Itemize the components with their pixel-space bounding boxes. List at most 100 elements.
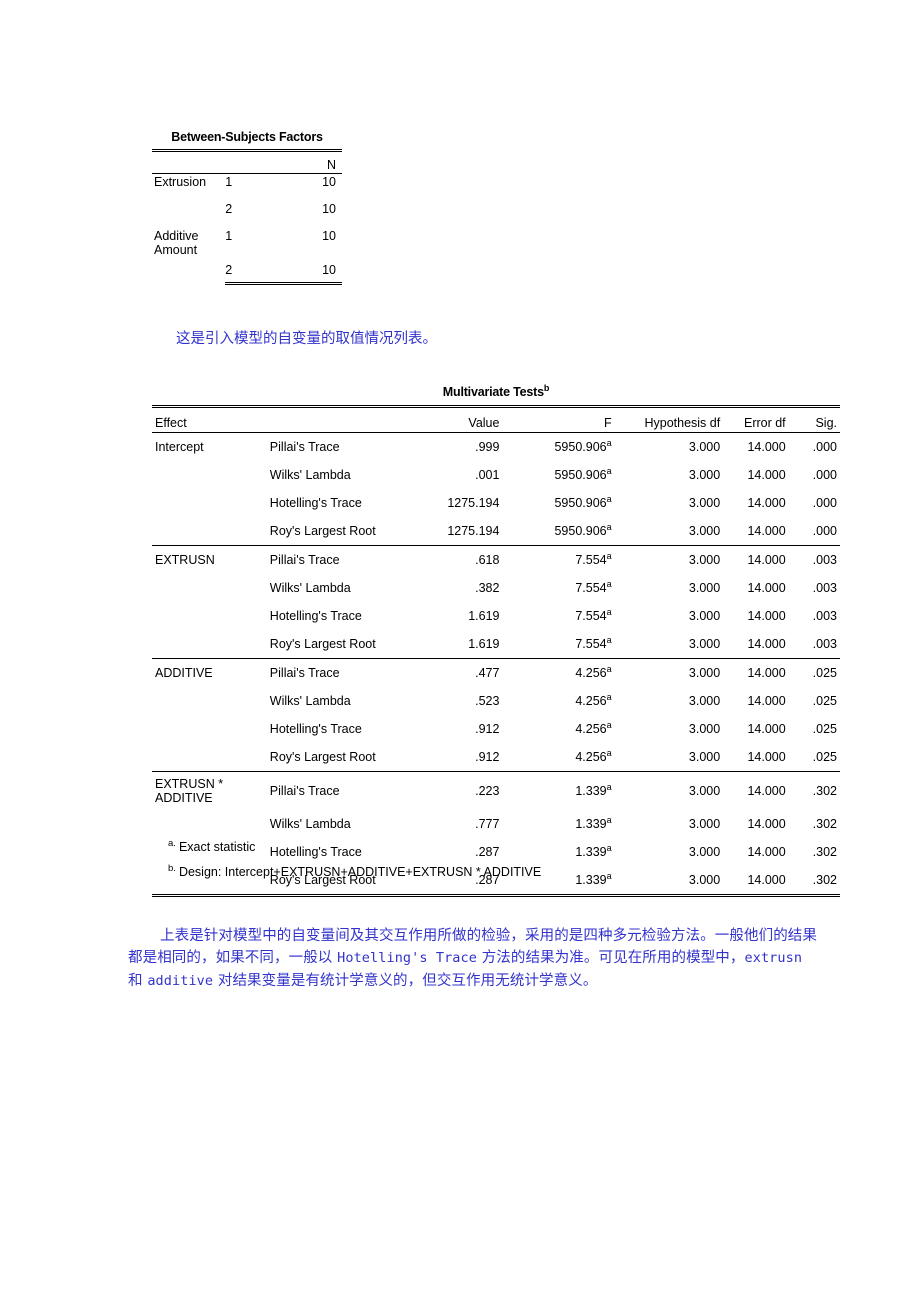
cell-effect bbox=[152, 810, 267, 838]
column-header-n: N bbox=[267, 149, 342, 174]
cell-f: 5950.906a bbox=[554, 521, 612, 538]
table-row: Additive Amount 1 10 bbox=[152, 228, 342, 257]
table-row: Hotelling's Trace 1.619 7.554a 3.000 14.000.… bbox=[152, 602, 840, 630]
factor-level: 2 bbox=[225, 202, 233, 216]
cell-test: Pillai's Trace bbox=[266, 658, 418, 687]
cell-hypothesis-df: 3.000 bbox=[688, 845, 721, 859]
column-header-blank-2 bbox=[225, 149, 268, 174]
cell-sig: .003 bbox=[812, 609, 837, 623]
cell-hypothesis-df: 3.000 bbox=[688, 817, 721, 831]
factor-count-text: 10 bbox=[322, 263, 336, 277]
cell-f: 7.554a bbox=[575, 606, 612, 623]
cell-f: 1.339a bbox=[505, 771, 630, 810]
cell-f: 4.256a bbox=[505, 658, 630, 687]
cell-sig: .003 bbox=[789, 545, 840, 574]
factor-level: 1 bbox=[225, 175, 233, 189]
cell-test: Pillai's Trace bbox=[266, 545, 418, 574]
cell-sig: .025 bbox=[812, 694, 837, 708]
cell-test: Hotelling's Trace bbox=[269, 609, 362, 623]
footnote-marker: a bbox=[606, 578, 612, 589]
note2-variable-extrusn: extrusn bbox=[744, 950, 803, 967]
cell-test: Pillai's Trace bbox=[266, 432, 418, 461]
table-row: Roy's Largest Root .912 4.256a 3.000 14.000.… bbox=[152, 743, 840, 772]
cell-sig: .302 bbox=[789, 866, 840, 897]
footnote-marker: a bbox=[606, 437, 612, 448]
multivariate-tests-body: Intercept Pillai's Trace .999 5950.906a 3.00… bbox=[152, 432, 840, 897]
cell-error-df: 14.000 bbox=[747, 845, 786, 859]
cell-error-df: 14.000 bbox=[747, 722, 786, 736]
cell-hypothesis-df: 3.000 bbox=[688, 524, 721, 538]
between-subjects-factors-block: Between-Subjects Factors N Extrusion 1 1… bbox=[152, 130, 342, 285]
title-footnote-marker: b bbox=[543, 382, 550, 393]
cell-value: .912 bbox=[475, 750, 500, 764]
factor-label: Additive Amount bbox=[152, 228, 225, 284]
factor-label-text: Additive Amount bbox=[154, 229, 199, 257]
cell-f: 4.256a bbox=[575, 719, 612, 736]
cell-hypothesis-df: 3.000 bbox=[688, 722, 721, 736]
cell-hypothesis-df: 3.000 bbox=[688, 581, 721, 595]
table-row: Intercept Pillai's Trace .999 5950.906a 3.00… bbox=[152, 432, 840, 461]
cell-f: 7.554a bbox=[505, 545, 630, 574]
cell-effect bbox=[152, 630, 267, 659]
cell-hypothesis-df: 3.000 bbox=[629, 545, 727, 574]
cell-error-df: 14.000 bbox=[726, 771, 790, 810]
cell-error-df: 14.000 bbox=[726, 432, 790, 461]
cell-error-df: 14.000 bbox=[726, 545, 790, 574]
cell-sig: .302 bbox=[812, 817, 837, 831]
cell-value: .001 bbox=[475, 468, 500, 482]
cell-value: .999 bbox=[417, 432, 506, 461]
table-row: EXTRUSN * ADDITIVE Pillai's Trace .223 1.33… bbox=[152, 771, 840, 810]
footnote-b: b. Design: Intercept+EXTRUSN+ADDITIVE+EXT… bbox=[168, 863, 541, 879]
cell-value: 1.619 bbox=[468, 609, 500, 623]
cell-effect: ADDITIVE bbox=[152, 658, 267, 687]
cell-f: 5950.906a bbox=[554, 493, 612, 510]
footnote-b-text: Design: Intercept+EXTRUSN+ADDITIVE+EXTRU… bbox=[178, 865, 542, 880]
cell-test: Roy's Largest Root bbox=[269, 750, 376, 764]
cell-effect bbox=[152, 574, 267, 602]
footnote-a: a. Exact statistic bbox=[168, 838, 541, 854]
footnote-marker: a bbox=[606, 663, 612, 674]
factor-level-text: 2 bbox=[225, 263, 233, 277]
column-header-hypothesis-df: Hypothesis df bbox=[629, 405, 727, 433]
cell-error-df: 14.000 bbox=[747, 468, 786, 482]
cell-value: 1275.194 bbox=[447, 496, 500, 510]
cell-hypothesis-df: 3.000 bbox=[688, 750, 721, 764]
table-row: Wilks' Lambda .382 7.554a 3.000 14.000 .003 bbox=[152, 574, 840, 602]
factor-label: Extrusion bbox=[154, 175, 207, 189]
cell-effect bbox=[152, 743, 267, 772]
footnote-marker: a bbox=[606, 691, 612, 702]
footnote-a-text: Exact statistic bbox=[178, 840, 256, 855]
cell-value: .618 bbox=[417, 545, 506, 574]
cell-hypothesis-df: 3.000 bbox=[688, 496, 721, 510]
cell-f: 5950.906a bbox=[505, 432, 630, 461]
cell-sig: .025 bbox=[812, 722, 837, 736]
note2-segment-2: 方法的结果为准。可见在所用的模型中， bbox=[476, 950, 745, 967]
factor-count: 10 bbox=[322, 202, 336, 216]
cell-value: .912 bbox=[475, 722, 500, 736]
footnote-marker: a bbox=[606, 634, 612, 645]
cell-sig: .025 bbox=[812, 750, 837, 764]
cell-value: .223 bbox=[417, 771, 506, 810]
cell-sig: .000 bbox=[812, 468, 837, 482]
cell-effect bbox=[152, 602, 267, 630]
cell-value: 1.619 bbox=[468, 637, 500, 651]
column-header-error-df: Error df bbox=[726, 405, 790, 433]
cell-value: .523 bbox=[475, 694, 500, 708]
cell-hypothesis-df: 3.000 bbox=[629, 432, 727, 461]
footnote-marker: a bbox=[606, 870, 612, 881]
cell-effect: Intercept bbox=[152, 432, 267, 461]
cell-error-df: 14.000 bbox=[747, 524, 786, 538]
cell-error-df: 14.000 bbox=[726, 866, 790, 897]
table-row: Wilks' Lambda .523 4.256a 3.000 14.000 .025 bbox=[152, 687, 840, 715]
multivariate-tests-table: Effect Value F Hypothesis df Error df Si… bbox=[152, 405, 840, 897]
cell-hypothesis-df: 3.000 bbox=[629, 771, 727, 810]
footnote-marker: a bbox=[606, 521, 612, 532]
cell-error-df: 14.000 bbox=[747, 694, 786, 708]
cell-value: .477 bbox=[417, 658, 506, 687]
cell-hypothesis-df: 3.000 bbox=[688, 468, 721, 482]
table-footnotes: a. Exact statistic b. Design: Intercept+EX… bbox=[168, 838, 541, 888]
footnote-marker: a bbox=[606, 842, 612, 853]
multivariate-tests-title-text: Multivariate Tests bbox=[442, 385, 544, 399]
column-header-test bbox=[266, 405, 418, 433]
footnote-marker: a bbox=[606, 814, 612, 825]
